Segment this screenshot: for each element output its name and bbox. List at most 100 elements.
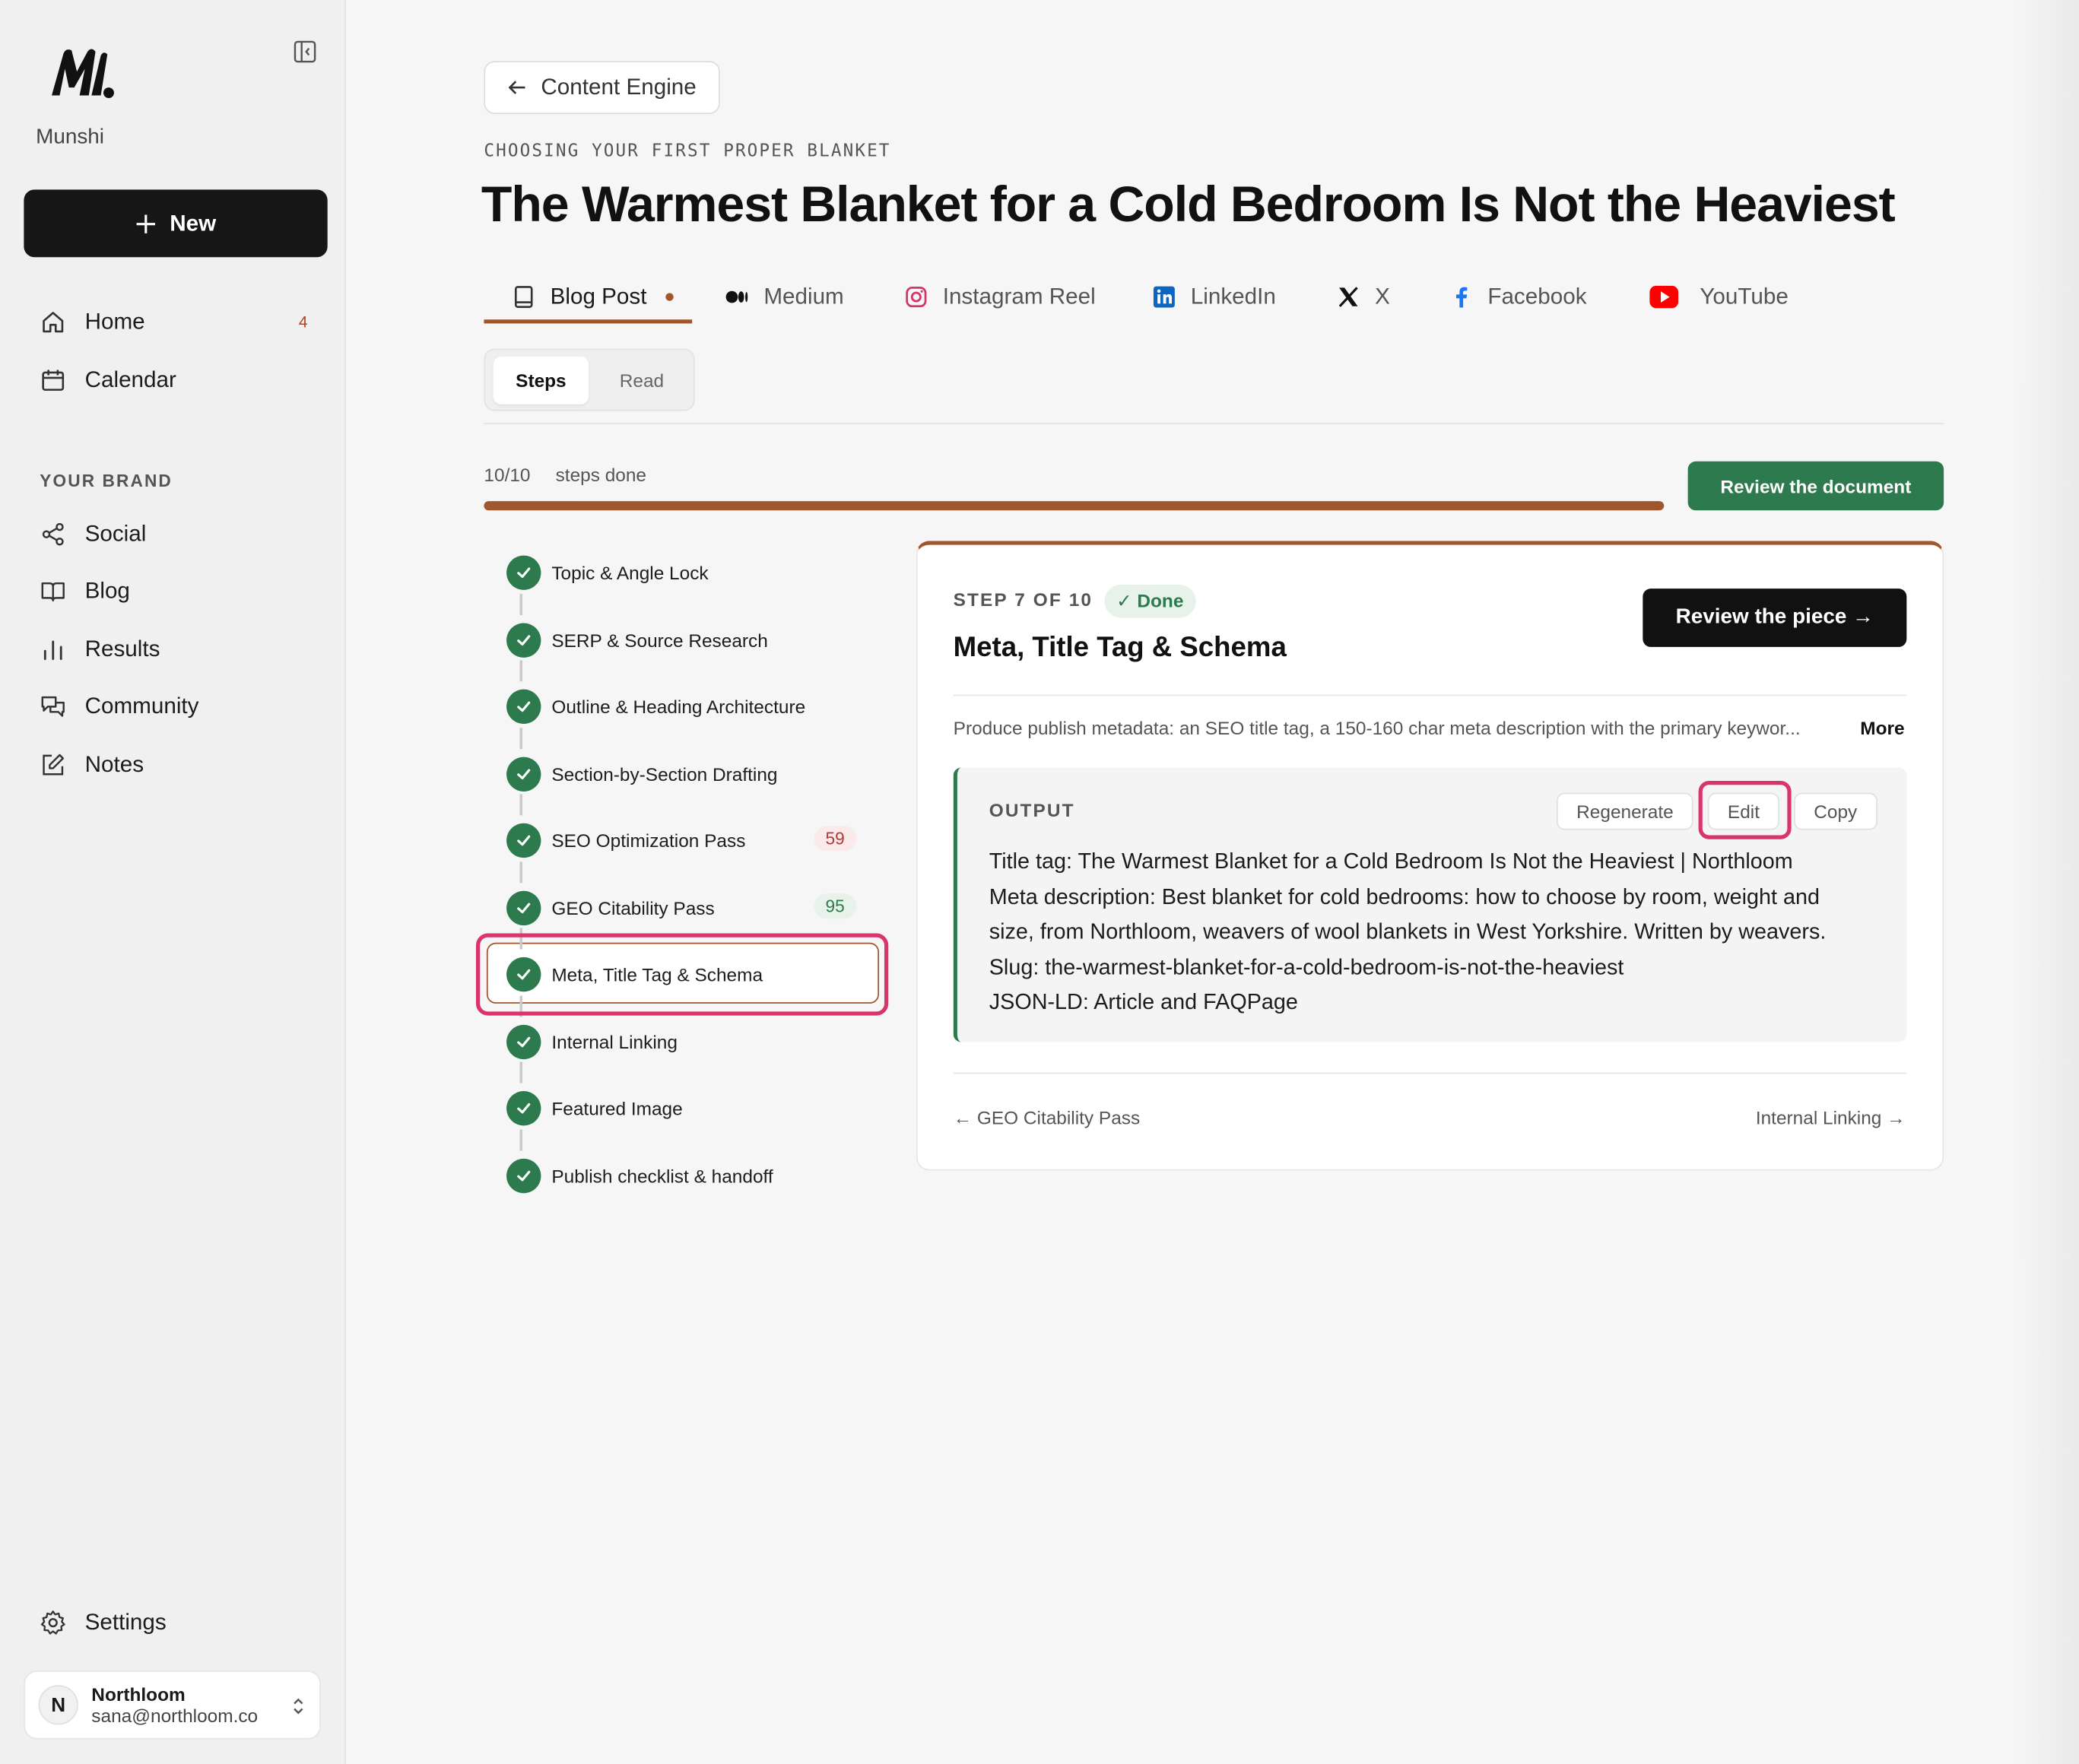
tab-label: YouTube	[1700, 284, 1789, 309]
facebook-icon	[1456, 287, 1468, 308]
back-button-label: Content Engine	[541, 74, 697, 100]
step-label: Section-by-Section Drafting	[551, 763, 778, 785]
output-label: OUTPUT	[989, 799, 1075, 821]
review-piece-button[interactable]: Review the piece →	[1643, 589, 1907, 647]
step-number: STEP 7 OF 10	[953, 589, 1093, 611]
step-item[interactable]: Internal Linking	[506, 1023, 865, 1059]
tab-blog-post[interactable]: Blog Post	[510, 271, 674, 322]
step-label: SEO Optimization Pass	[551, 830, 746, 852]
sidebar-item-home[interactable]: Home 4	[40, 303, 318, 341]
tab-label: Facebook	[1487, 284, 1587, 309]
tab-medium[interactable]: Medium	[724, 271, 844, 322]
tab-linkedin[interactable]: LinkedIn	[1151, 271, 1276, 322]
tab-youtube[interactable]: YouTube	[1642, 271, 1789, 322]
x-icon	[1338, 287, 1358, 307]
output-text[interactable]: Title tag: The Warmest Blanket for a Col…	[989, 845, 1891, 1020]
home-count-badge: 4	[298, 313, 308, 332]
sidebar-item-social[interactable]: Social	[40, 516, 318, 553]
step-item[interactable]: Topic & Angle Lock	[506, 555, 865, 590]
step-item[interactable]: Section-by-Section Drafting	[506, 756, 865, 792]
arrow-left-icon	[508, 81, 525, 94]
tab-x[interactable]: X	[1335, 271, 1390, 322]
step-connector	[519, 1061, 522, 1083]
new-button-label: New	[170, 210, 217, 236]
status-badge: ✓ Done	[1104, 584, 1196, 618]
divider	[484, 423, 1944, 424]
more-link[interactable]: More	[1860, 717, 1904, 738]
step-description: Produce publish metadata: an SEO title t…	[953, 717, 1801, 739]
output-line: JSON-LD: Article and FAQPage	[989, 990, 1298, 1014]
tab-label: Blog Post	[550, 284, 647, 309]
calendar-icon	[42, 370, 65, 391]
account-switcher[interactable]: N Northloom sana@northloom.co	[24, 1670, 321, 1740]
edge-shadow	[2015, 0, 2079, 1764]
account-email: sana@northloom.co	[91, 1705, 259, 1727]
tab-facebook[interactable]: Facebook	[1448, 271, 1587, 322]
tab-instagram-reel[interactable]: Instagram Reel	[903, 271, 1096, 322]
sidebar-item-blog[interactable]: Blog	[40, 573, 318, 610]
sidebar-item-label: Notes	[84, 751, 144, 777]
step-connector	[519, 727, 522, 749]
step-score-badge: 95	[813, 893, 857, 918]
back-button[interactable]: Content Engine	[484, 61, 720, 114]
munshi-logo[interactable]	[48, 45, 117, 100]
sidebar-item-label: Home	[84, 309, 145, 335]
step-item[interactable]: Featured Image	[506, 1090, 865, 1126]
progress-bar	[484, 501, 1665, 511]
tab-label: Instagram Reel	[942, 284, 1096, 309]
step-connector	[519, 794, 522, 816]
new-button[interactable]: New	[24, 189, 328, 258]
regenerate-button[interactable]: Regenerate	[1557, 792, 1693, 830]
output-line: Slug: the-warmest-blanket-for-a-cold-bed…	[989, 955, 1624, 979]
tab-label: LinkedIn	[1190, 284, 1276, 309]
sidebar-item-results[interactable]: Results	[40, 631, 318, 668]
check-icon	[506, 1023, 541, 1059]
active-tab-indicator	[484, 319, 693, 324]
sidebar-item-label: Calendar	[84, 366, 176, 393]
review-document-button[interactable]: Review the document	[1687, 461, 1944, 511]
toggle-steps[interactable]: Steps	[493, 357, 589, 405]
step-item[interactable]: SEO Optimization Pass 59	[506, 823, 865, 858]
previous-step-link[interactable]: ← GEO Citability Pass	[954, 1107, 1141, 1128]
page-title: The Warmest Blanket for a Cold Bedroom I…	[481, 177, 1896, 233]
check-icon	[506, 890, 541, 925]
step-item[interactable]: SERP & Source Research	[506, 622, 865, 657]
home-icon	[43, 312, 64, 333]
sidebar-item-settings[interactable]: Settings	[40, 1604, 318, 1642]
annotation-box	[1698, 780, 1792, 839]
avatar: N	[38, 1685, 78, 1725]
sidebar: Munshi New Home 4 Calendar YOUR BRAND So…	[0, 0, 347, 1764]
output-panel: OUTPUT Regenerate Edit Copy Title tag: T…	[953, 767, 1907, 1042]
output-line: size, from Northloom, weavers of wool bl…	[989, 920, 1827, 944]
step-item[interactable]: GEO Citability Pass 95	[506, 890, 865, 925]
sidebar-collapse-icon[interactable]	[293, 40, 316, 63]
book-icon	[514, 286, 533, 308]
step-item[interactable]: Outline & Heading Architecture	[506, 689, 865, 725]
step-score-badge: 59	[813, 826, 857, 852]
plus-icon	[136, 214, 156, 233]
sidebar-item-calendar[interactable]: Calendar	[40, 362, 318, 399]
divider	[953, 694, 1907, 696]
step-label: Outline & Heading Architecture	[551, 696, 806, 718]
next-step-link[interactable]: Internal Linking →	[1756, 1107, 1906, 1128]
step-detail-card: STEP 7 OF 10 ✓ Done Meta, Title Tag & Sc…	[916, 541, 1944, 1171]
toggle-read[interactable]: Read	[594, 357, 690, 405]
account-name: Northloom	[91, 1683, 186, 1705]
annotation-box	[475, 933, 889, 1016]
sidebar-item-community[interactable]: Community	[40, 688, 318, 725]
step-connector	[519, 861, 522, 883]
share-icon	[42, 522, 64, 546]
linkedin-icon	[1153, 286, 1175, 308]
medium-icon	[725, 290, 748, 303]
chat-bubbles-icon	[41, 696, 65, 717]
sidebar-item-notes[interactable]: Notes	[40, 747, 318, 784]
tab-label: Medium	[763, 284, 844, 309]
sidebar-item-label: Results	[84, 636, 160, 662]
youtube-icon	[1649, 285, 1679, 309]
copy-button[interactable]: Copy	[1794, 792, 1877, 830]
step-item[interactable]: Publish checklist & handoff	[506, 1158, 865, 1193]
check-icon	[506, 689, 541, 725]
divider	[953, 1072, 1907, 1074]
step-label: SERP & Source Research	[551, 629, 768, 651]
sidebar-item-label: Blog	[84, 578, 130, 604]
